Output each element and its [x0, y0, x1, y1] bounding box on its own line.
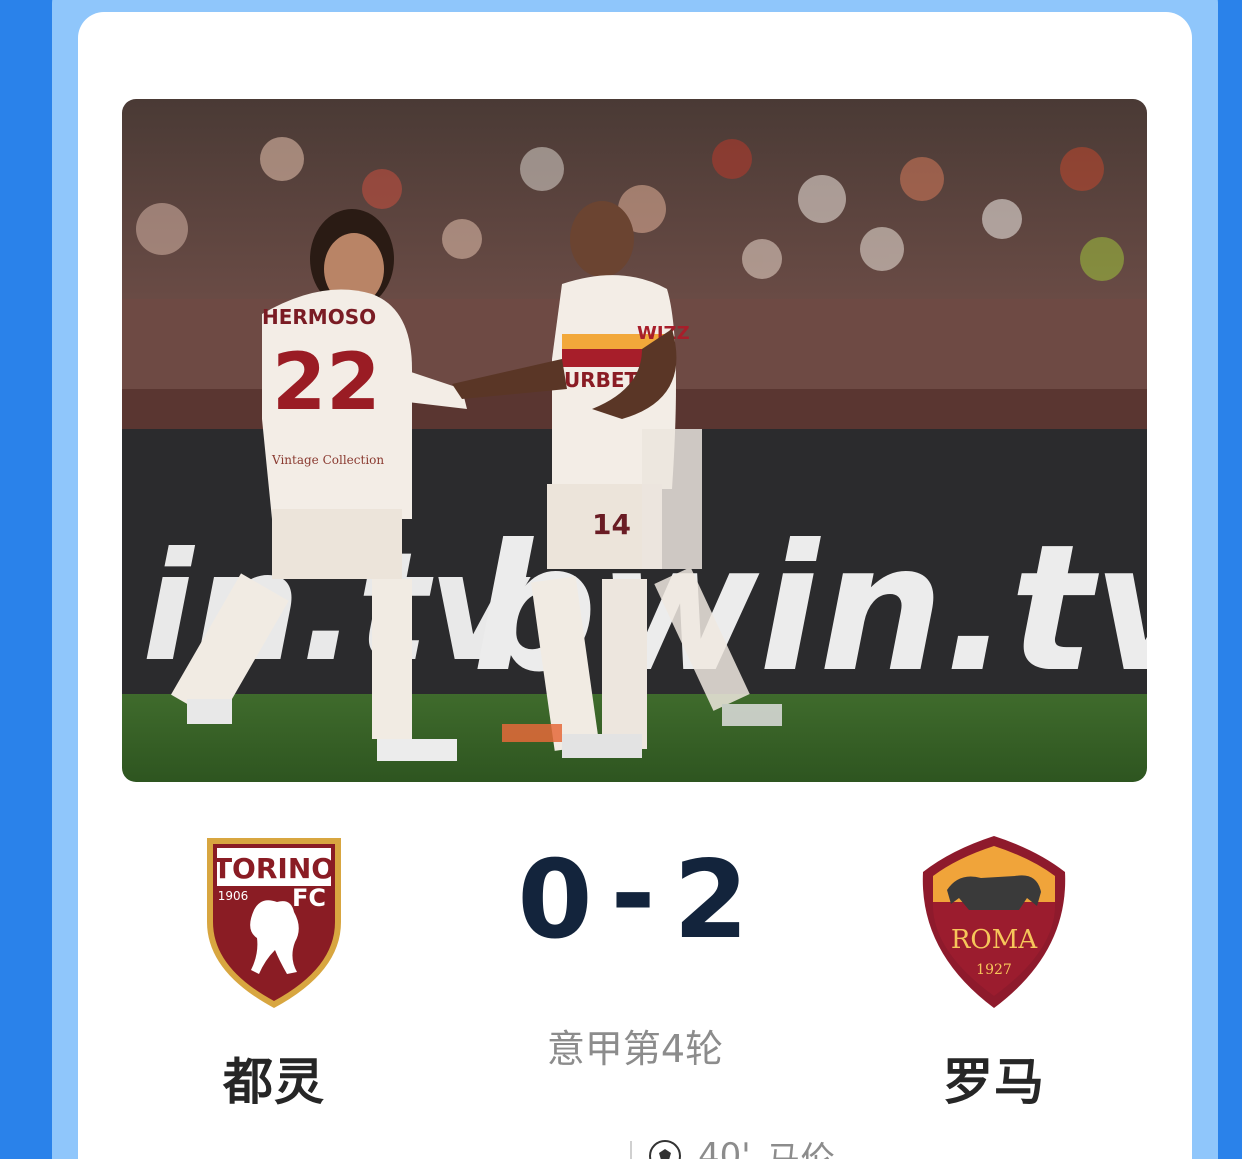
competition-round: 意甲第4轮 [546, 1027, 724, 1071]
score-separator: - [610, 832, 660, 957]
event-minute: 40' [698, 1136, 751, 1159]
torino-fc-crest-icon: TORINO 1906 FC [207, 838, 341, 1008]
home-badge-top-text: TORINO [213, 852, 335, 885]
home-shirt-name: HERMOSO [262, 305, 376, 329]
away-team-name: 罗马 [943, 1053, 1045, 1111]
screen-edge-left [0, 0, 52, 1159]
home-shirt-sponsor: Vintage Collection [271, 453, 384, 467]
away-score: 2 [673, 838, 753, 963]
home-team[interactable]: TORINO 1906 FC 都灵 [164, 832, 384, 1114]
match-photo-image: in.tv bwin.tv 22 HERMOSO Vintage Collect… [122, 99, 1147, 782]
screen-edge-right [1218, 0, 1242, 1159]
home-badge-year: 1906 [218, 889, 249, 903]
home-score: 0 [517, 838, 597, 963]
home-shirt-number: 22 [272, 338, 381, 428]
scoreboard[interactable]: 0-2 [500, 832, 770, 963]
home-badge-side-text: FC [292, 884, 326, 912]
away-badge-year: 1927 [976, 962, 1012, 978]
timeline-divider [630, 1141, 632, 1159]
goal-event[interactable]: 40' 马伦 [630, 1136, 835, 1159]
soccer-ball-icon [649, 1140, 681, 1159]
away-shirt-number: 14 [592, 508, 631, 541]
home-team-name: 都灵 [223, 1053, 325, 1111]
away-team[interactable]: ROMA 1927 罗马 [884, 832, 1104, 1114]
away-badge-name: ROMA [951, 925, 1039, 955]
match-photo[interactable]: in.tv bwin.tv 22 HERMOSO Vintage Collect… [122, 99, 1147, 782]
event-player: 马伦 [767, 1132, 835, 1159]
as-roma-crest-icon: ROMA 1927 [922, 836, 1066, 1008]
